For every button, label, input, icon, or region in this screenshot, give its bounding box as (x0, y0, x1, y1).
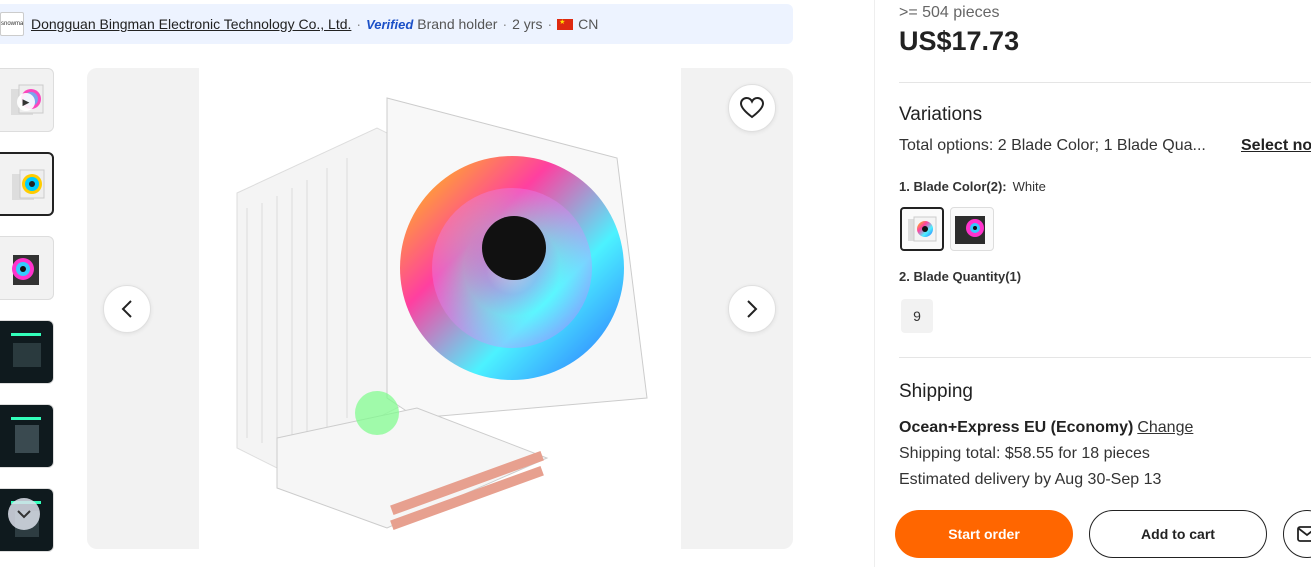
message-supplier-button[interactable] (1283, 510, 1311, 558)
supplier-bar: snowman Dongguan Bingman Electronic Tech… (0, 4, 793, 44)
supplier-country: CN (578, 16, 599, 32)
blade-color-label: 1. Blade Color(2): White (899, 179, 1046, 194)
separator: · (547, 16, 553, 32)
divider (899, 82, 1311, 83)
add-to-cart-button[interactable]: Add to cart (1089, 510, 1267, 558)
cooler-thumbnail-image (12, 169, 45, 200)
supplier-name-link[interactable]: Dongguan Bingman Electronic Technology C… (31, 16, 351, 32)
white-cooler-swatch-image (908, 216, 937, 242)
verified-badge[interactable]: Verified (366, 17, 413, 32)
supplier-logo: snowman (0, 12, 24, 36)
min-quantity-tier: >= 504 pieces (899, 4, 1000, 21)
heart-icon (740, 97, 764, 119)
mail-icon (1297, 526, 1311, 542)
separator: · (502, 16, 508, 32)
thumbnail-scroll-down-button[interactable] (8, 498, 40, 530)
thumbnail-selected[interactable] (0, 152, 54, 216)
total-options-summary: Total options: 2 Blade Color; 1 Blade Qu… (899, 137, 1206, 154)
shipping-method-row: Ocean+Express EU (Economy) Change (899, 419, 1193, 437)
brand-holder-label: Brand holder (417, 16, 498, 32)
thumbnail-black-cooler[interactable] (0, 236, 54, 300)
variations-title: Variations (899, 104, 983, 125)
change-shipping-link[interactable]: Change (1137, 419, 1193, 436)
feature-thumbnail-image (11, 417, 41, 453)
feature-thumbnail-image (11, 333, 41, 367)
separator: · (356, 16, 362, 32)
blade-color-value: White (1012, 179, 1046, 194)
shipping-method: Ocean+Express EU (Economy) (899, 419, 1134, 436)
panel-divider (874, 0, 875, 567)
chevron-right-icon (747, 300, 758, 318)
unit-price: US$17.73 (899, 26, 1020, 56)
thumbnail-feature-2[interactable] (0, 404, 54, 468)
divider (899, 357, 1311, 358)
blade-quantity-label: 2. Blade Quantity(1) (899, 269, 1022, 284)
start-order-button[interactable]: Start order (895, 510, 1073, 558)
shipping-total: Shipping total: $58.55 for 18 pieces (899, 445, 1150, 462)
blade-color-swatch-white[interactable] (900, 207, 944, 251)
select-now-link[interactable]: Select now (1241, 137, 1311, 155)
main-product-image (87, 68, 793, 549)
next-image-button[interactable] (728, 285, 776, 333)
play-icon: ▶ (17, 93, 35, 111)
black-cooler-swatch-image (955, 216, 985, 244)
estimated-delivery: Estimated delivery by Aug 30-Sep 13 (899, 471, 1162, 488)
blade-color-label-text: 1. Blade Color(2): (899, 179, 1007, 194)
supplier-logo-text: snowman (1, 21, 24, 27)
shipping-title: Shipping (899, 381, 973, 402)
add-to-favorites-button[interactable] (728, 84, 776, 132)
cooler-thumbnail-image (12, 255, 39, 285)
thumbnail-list: ▶ (0, 68, 56, 567)
chevron-left-icon (121, 300, 132, 318)
previous-image-button[interactable] (103, 285, 151, 333)
thumbnail-feature-1[interactable] (0, 320, 54, 384)
blade-color-swatch-black[interactable] (950, 207, 994, 251)
cn-flag-icon (557, 18, 574, 30)
chevron-down-icon (17, 510, 31, 519)
blade-quantity-option[interactable]: 9 (901, 299, 933, 333)
supplier-years: 2 yrs (512, 16, 543, 32)
cpu-cooler-illustration (236, 97, 648, 531)
thumbnail-video[interactable]: ▶ (0, 68, 54, 132)
